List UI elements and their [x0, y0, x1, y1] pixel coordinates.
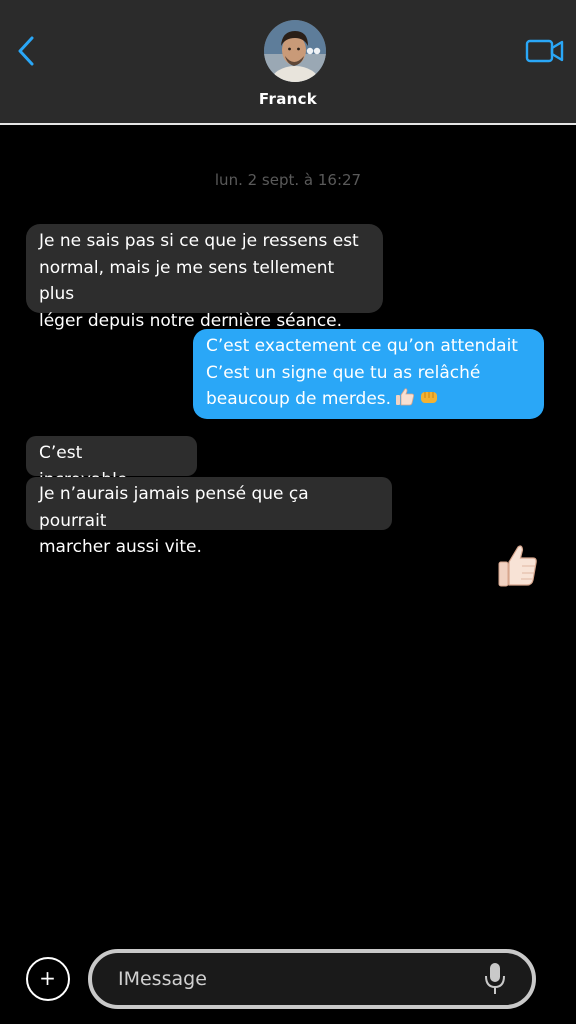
fist-bump-emoji-icon: [421, 392, 438, 403]
plus-icon: +: [39, 966, 56, 990]
microphone-icon: [485, 963, 505, 994]
message-bubble-outgoing[interactable]: C’est exactement ce qu’on attendait C’es…: [193, 329, 544, 419]
message-bubble-incoming[interactable]: C’est incroyable…: [26, 436, 197, 490]
message-text: C’est exactement ce qu’on attendait C’es…: [206, 336, 518, 409]
avatar-photo: [264, 20, 326, 82]
conversation-view[interactable]: lun. 2 sept. à 16:27 Je ne sais pas si c…: [0, 127, 576, 947]
add-attachment-button[interactable]: +: [26, 957, 70, 1001]
chevron-left-icon: [18, 36, 34, 66]
video-call-button[interactable]: [525, 38, 565, 64]
contact-avatar[interactable]: [264, 20, 326, 82]
thumbs-up-emoji-icon: [396, 388, 415, 406]
message-input[interactable]: [118, 953, 458, 1005]
video-camera-icon: [525, 39, 564, 63]
message-bubble-incoming[interactable]: Je ne sais pas si ce que je ressens est …: [26, 224, 383, 331]
chat-header: Franck: [0, 0, 576, 125]
back-button[interactable]: [10, 30, 44, 72]
message-field[interactable]: [88, 949, 536, 1009]
microphone-button[interactable]: [482, 961, 508, 997]
contact-name[interactable]: Franck: [0, 90, 576, 108]
message-timestamp: lun. 2 sept. à 16:27: [214, 171, 362, 189]
thumbs-up-emoji-icon[interactable]: [496, 542, 540, 590]
message-bubble-incoming[interactable]: Je n’aurais jamais pensé que ça pourrait…: [26, 477, 392, 557]
